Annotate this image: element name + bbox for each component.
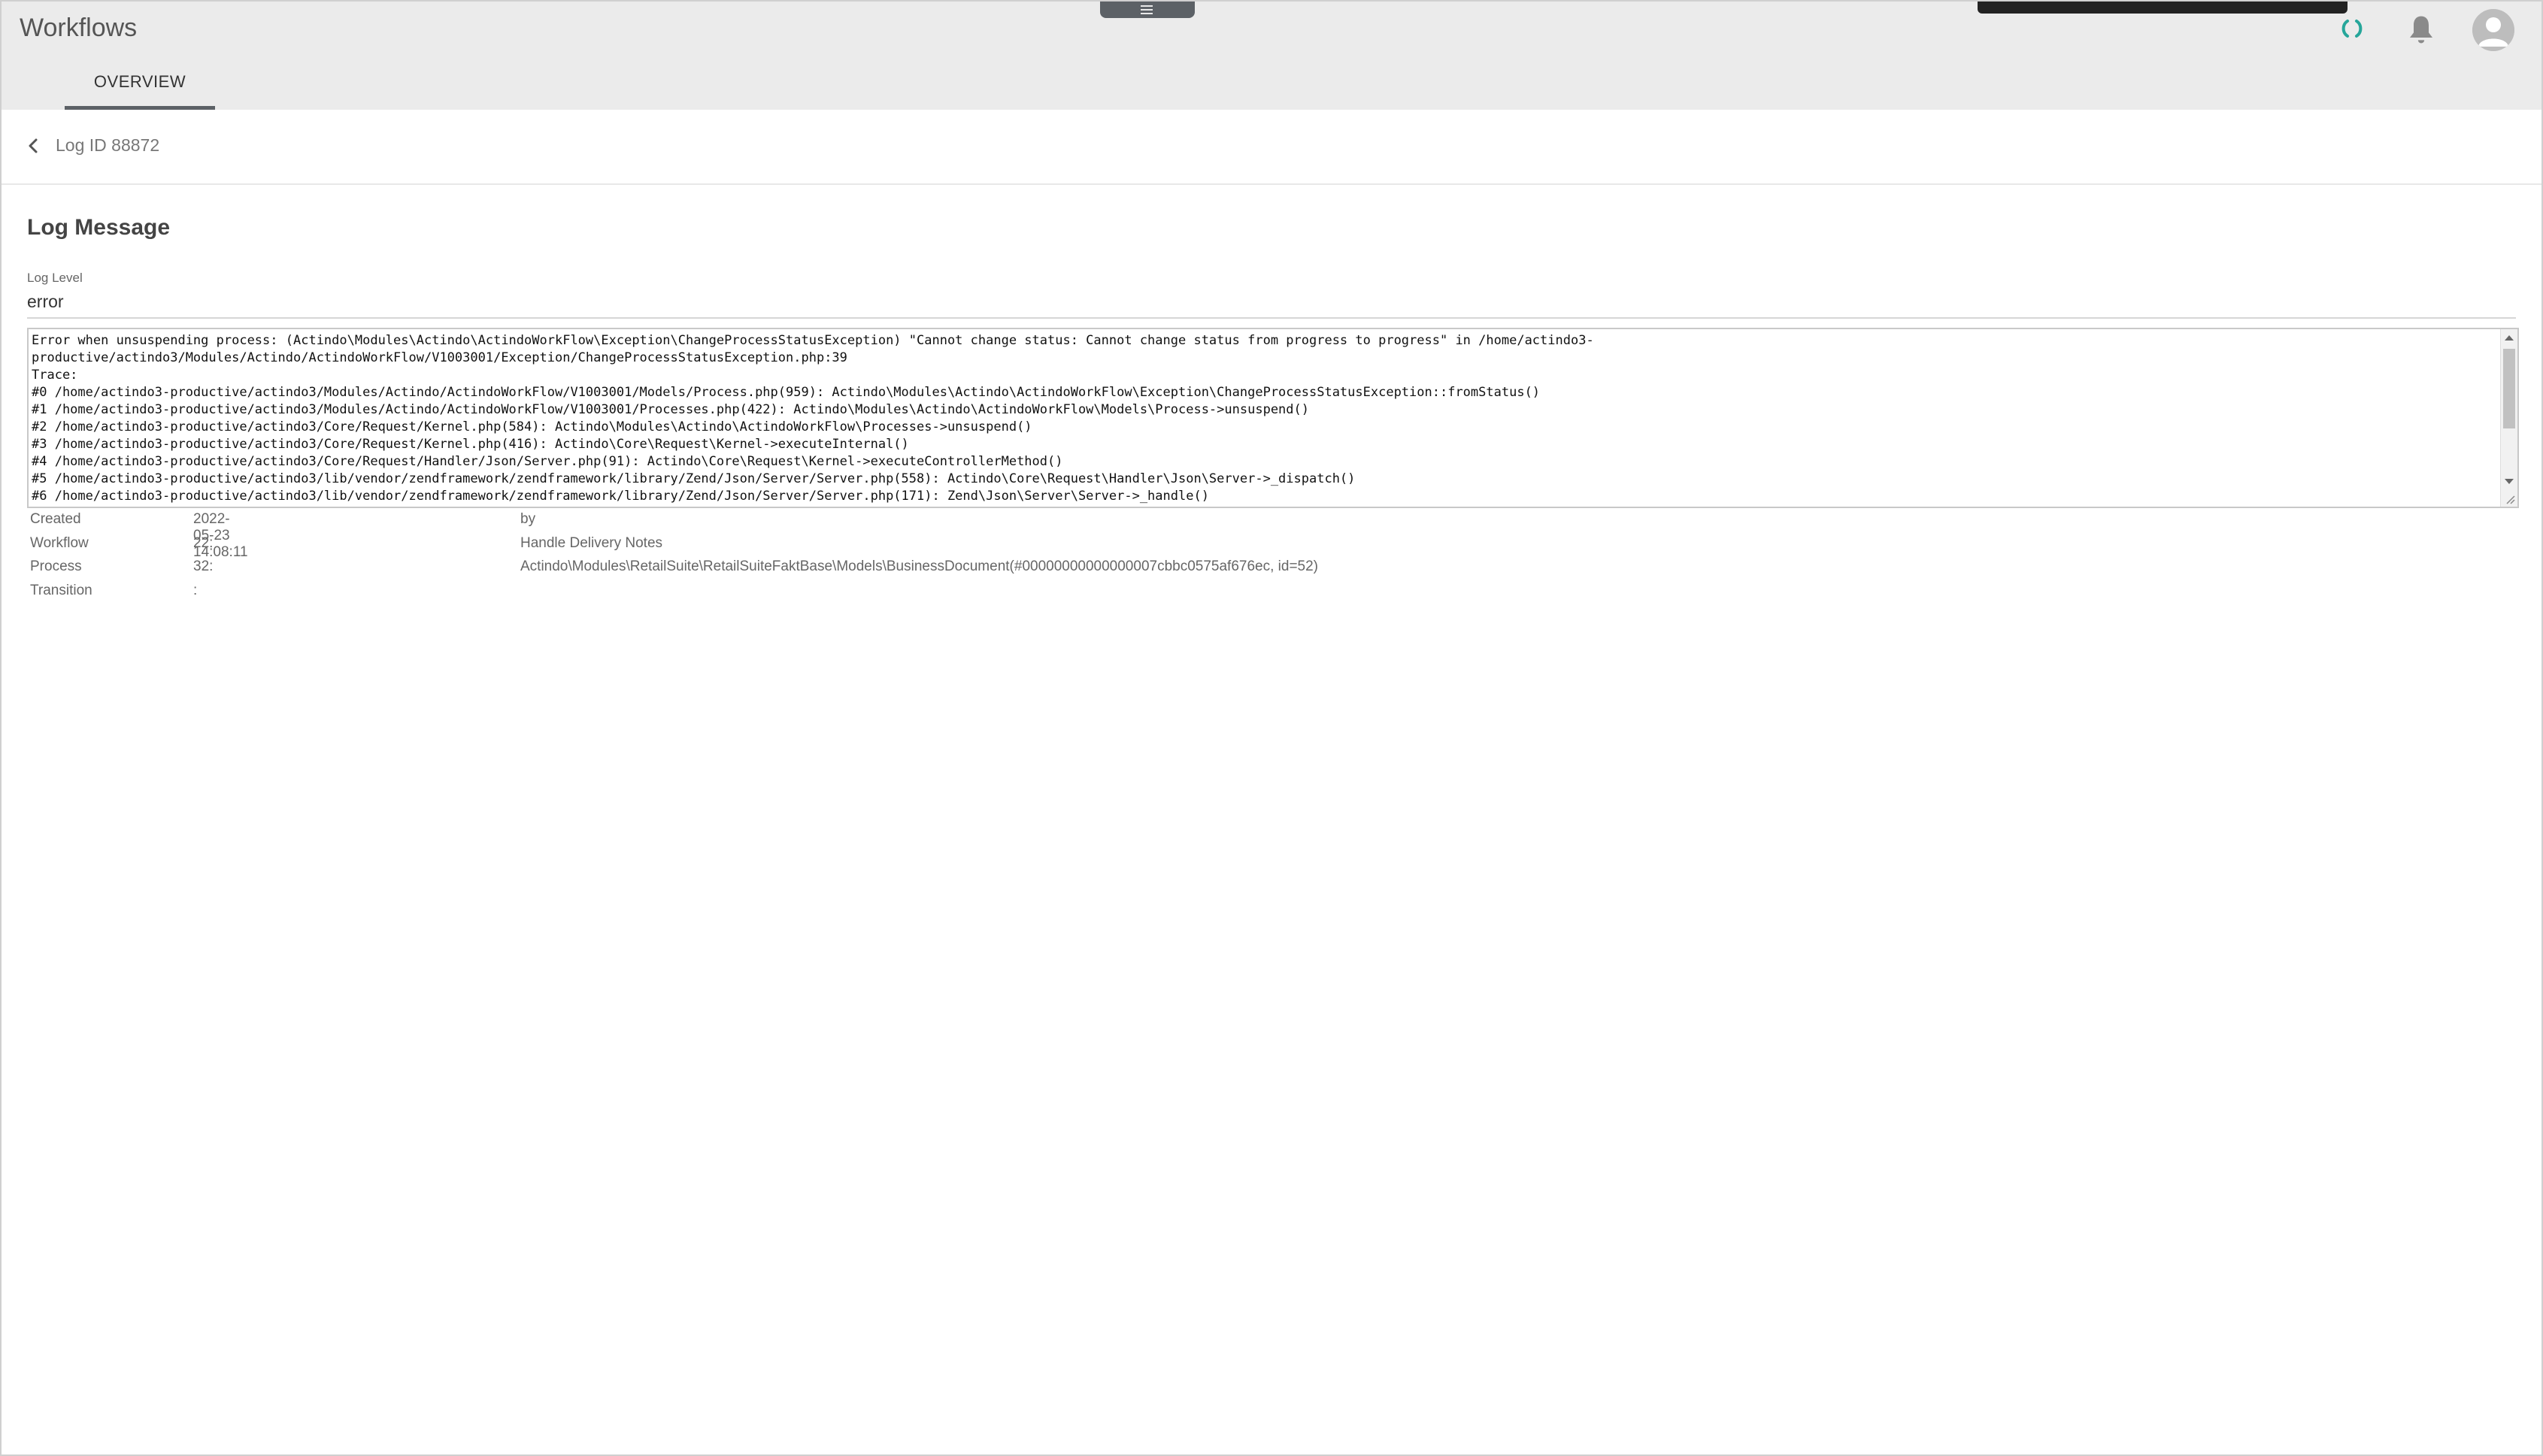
top-overlay-bar — [1978, 2, 2348, 14]
log-message-text: Error when unsuspending process: (Actind… — [32, 333, 1594, 504]
tab-overview[interactable]: OVERVIEW — [65, 71, 215, 110]
user-avatar-icon[interactable] — [2472, 9, 2514, 51]
hamburger-icon[interactable] — [1100, 2, 1195, 18]
bell-icon[interactable] — [2406, 14, 2436, 47]
process-label: Process — [30, 558, 82, 574]
process-name: Actindo\Modules\RetailSuite\RetailSuiteF… — [520, 558, 1318, 574]
page-title: Log ID 88872 — [56, 135, 160, 155]
app-title: Workflows — [20, 14, 138, 42]
resize-handle-icon[interactable] — [2504, 493, 2516, 505]
log-level-underline — [27, 317, 2516, 319]
tab-overview-label: OVERVIEW — [93, 72, 186, 91]
log-message-textarea[interactable]: Error when unsuspending process: (Actind… — [27, 328, 2519, 508]
chevron-left-icon[interactable] — [23, 132, 44, 159]
app-header: Workflows OVERVIEW — [2, 2, 2541, 110]
transition-value: : — [193, 582, 198, 598]
scroll-down-arrow-icon[interactable] — [2505, 479, 2514, 484]
scroll-thumb[interactable] — [2503, 349, 2515, 428]
loading-spinner-icon — [2341, 20, 2363, 38]
app-frame — [0, 0, 2543, 1456]
log-level-label: Log Level — [27, 271, 83, 285]
created-label: Created — [30, 511, 81, 527]
workflow-id: 22: — [193, 534, 214, 551]
section-title: Log Message — [27, 215, 171, 240]
workflow-name: Handle Delivery Notes — [520, 534, 663, 551]
log-scrollbar[interactable] — [2500, 329, 2517, 507]
process-id: 32: — [193, 558, 214, 574]
transition-label: Transition — [30, 582, 92, 598]
scroll-up-arrow-icon[interactable] — [2505, 335, 2514, 341]
log-level-value: error — [27, 292, 64, 311]
breadcrumb: Log ID 88872 — [2, 110, 2541, 185]
workflow-label: Workflow — [30, 534, 89, 551]
created-by: by — [520, 511, 536, 527]
